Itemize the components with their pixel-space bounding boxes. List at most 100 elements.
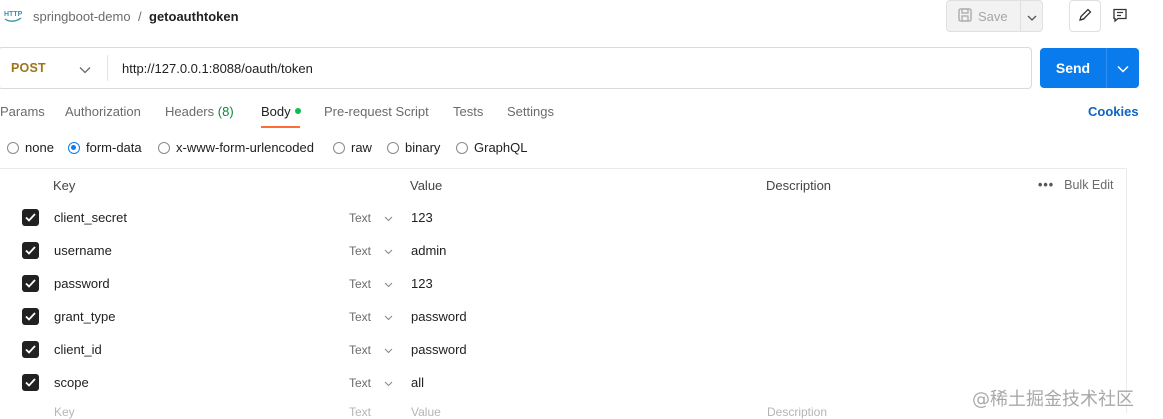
radio-button[interactable] (456, 141, 468, 154)
row-value[interactable]: 123 (411, 276, 433, 291)
placeholder-description[interactable]: Description (767, 405, 827, 419)
save-options-button[interactable] (1021, 1, 1042, 31)
row-type-label: Text (349, 211, 372, 225)
row-type-select[interactable]: Text (349, 343, 393, 357)
row-value[interactable]: password (411, 342, 467, 357)
body-type-label: binary (405, 140, 441, 155)
row-type-select[interactable]: Text (349, 277, 393, 291)
row-key[interactable]: grant_type (54, 309, 115, 324)
row-value[interactable]: 123 (411, 210, 433, 225)
row-checkbox[interactable] (22, 242, 39, 259)
cookies-link[interactable]: Cookies (1088, 104, 1139, 119)
save-button[interactable]: Save (947, 1, 1020, 31)
body-type-urlencoded[interactable]: x-www-form-urlencoded (158, 140, 314, 155)
radio-button[interactable] (158, 141, 170, 154)
chevron-down-icon (384, 376, 393, 390)
save-button-group: Save (946, 0, 1043, 32)
more-options-icon[interactable]: ••• (1038, 178, 1054, 192)
body-type-binary[interactable]: binary (387, 140, 440, 155)
row-type-select[interactable]: Text (349, 376, 393, 390)
body-type-raw[interactable]: raw (333, 140, 372, 155)
edit-button[interactable] (1069, 0, 1101, 32)
save-icon (958, 7, 972, 25)
tab-authorization[interactable]: Authorization (65, 104, 141, 119)
row-value[interactable]: admin (411, 243, 446, 258)
row-type-label: Text (349, 277, 372, 291)
row-type-label: Text (349, 343, 372, 357)
row-key[interactable]: username (54, 243, 112, 258)
radio-button[interactable] (333, 141, 345, 154)
row-value[interactable]: password (411, 309, 467, 324)
watermark: @稀土掘金技术社区 (972, 389, 1134, 410)
method-label: POST (11, 61, 46, 75)
body-type-graphql[interactable]: GraphQL (456, 140, 527, 155)
row-type-label: Text (349, 310, 372, 324)
breadcrumb-separator: / (138, 9, 142, 24)
breadcrumb-workspace[interactable]: springboot-demo (33, 9, 131, 24)
placeholder-value[interactable]: Value (411, 405, 441, 419)
column-header-key: Key (53, 178, 76, 193)
row-checkbox[interactable] (22, 275, 39, 292)
placeholder-key[interactable]: Key (54, 405, 75, 419)
tab-prerequest-script[interactable]: Pre-request Script (324, 104, 429, 119)
chevron-down-icon (79, 62, 91, 77)
active-tab-indicator (261, 126, 300, 128)
row-type-select[interactable]: Text (349, 310, 393, 324)
body-type-label: none (25, 140, 54, 155)
chevron-down-icon (384, 244, 393, 258)
body-type-none[interactable]: none (7, 140, 54, 155)
table-row: password Text 123 (0, 267, 1126, 300)
radio-button[interactable] (7, 141, 19, 154)
column-header-description: Description (766, 178, 832, 193)
tab-body-label: Body (261, 104, 291, 119)
body-type-label: x-www-form-urlencoded (176, 140, 314, 155)
bulk-edit-button[interactable]: Bulk Edit (1064, 178, 1113, 192)
tab-body[interactable]: Body (261, 104, 301, 119)
table-actions: ••• Bulk Edit (1038, 178, 1113, 192)
row-type-select[interactable]: Text (349, 244, 393, 258)
body-type-label: form-data (86, 140, 142, 155)
row-type-label: Text (349, 376, 372, 390)
chevron-down-icon (1027, 9, 1037, 24)
radio-button[interactable] (68, 141, 80, 154)
row-checkbox[interactable] (22, 374, 39, 391)
row-checkbox[interactable] (22, 308, 39, 325)
row-type-select[interactable]: Text (349, 211, 393, 225)
tab-params[interactable]: Params (0, 104, 45, 119)
radio-button[interactable] (387, 141, 399, 154)
row-checkbox[interactable] (22, 209, 39, 226)
row-key[interactable]: password (54, 276, 110, 291)
request-url-bar: POST (0, 47, 1032, 89)
table-row: grant_type Text password (0, 300, 1126, 333)
tab-headers[interactable]: Headers (8) (165, 104, 234, 119)
table-border-top (0, 168, 1127, 169)
table-border-right (1126, 168, 1127, 413)
method-select[interactable]: POST (0, 48, 107, 88)
http-request-icon: HTTP (4, 8, 23, 24)
row-key[interactable]: scope (54, 375, 89, 390)
table-row: client_secret Text 123 (0, 201, 1126, 234)
chevron-down-icon (1117, 61, 1129, 76)
send-button[interactable]: Send (1040, 60, 1106, 76)
chevron-down-icon (384, 343, 393, 357)
chevron-down-icon (384, 277, 393, 291)
body-type-label: raw (351, 140, 372, 155)
body-indicator-dot (294, 108, 301, 114)
tab-settings[interactable]: Settings (507, 104, 554, 119)
row-checkbox[interactable] (22, 341, 39, 358)
body-type-label: GraphQL (474, 140, 528, 155)
chevron-down-icon (384, 310, 393, 324)
row-key[interactable]: client_secret (54, 210, 127, 225)
breadcrumb-request-name[interactable]: getoauthtoken (149, 9, 239, 24)
send-options-button[interactable] (1107, 48, 1139, 88)
body-type-form-data[interactable]: form-data (68, 140, 142, 155)
send-button-group: Send (1040, 48, 1139, 88)
tab-tests[interactable]: Tests (453, 104, 483, 119)
comments-button[interactable] (1104, 0, 1136, 32)
headers-count-badge: (8) (217, 104, 234, 119)
table-row: scope Text all (0, 366, 1126, 399)
url-input[interactable] (108, 48, 1031, 88)
row-key[interactable]: client_id (54, 342, 102, 357)
placeholder-type[interactable]: Text (349, 405, 371, 419)
row-value[interactable]: all (411, 375, 424, 390)
